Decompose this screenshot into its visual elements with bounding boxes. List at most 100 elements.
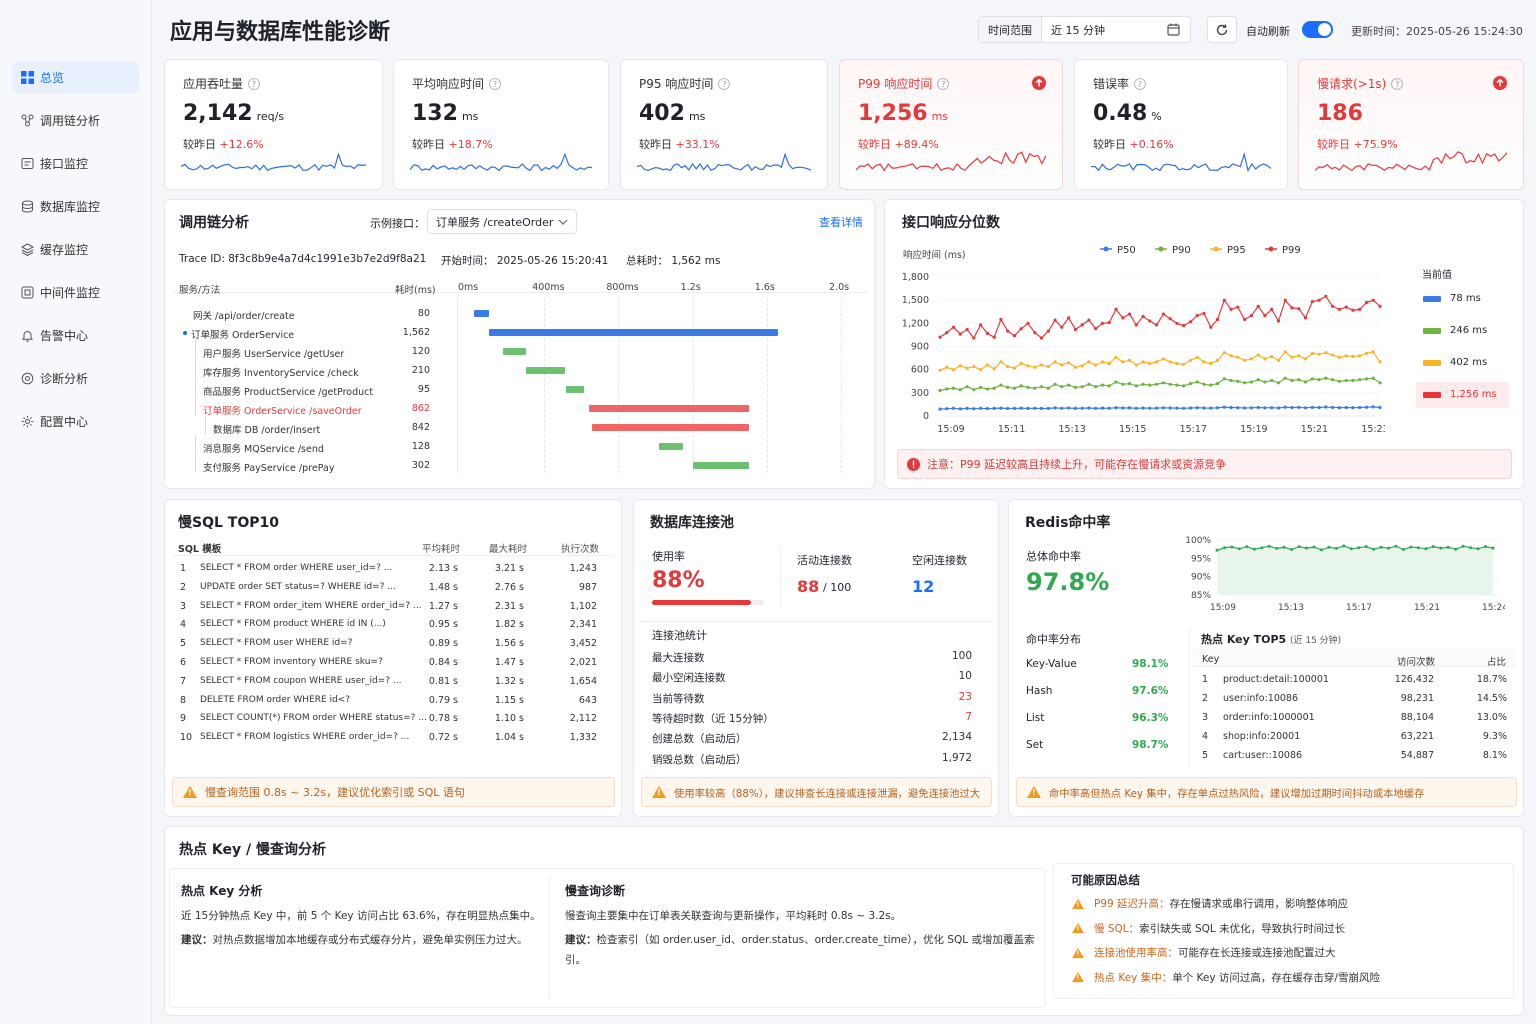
sql-row[interactable]: 1 SELECT * FROM order WHERE user_id=? ...… xyxy=(173,563,614,579)
sql-row[interactable]: 7 SELECT * FROM coupon WHERE user_id=? ..… xyxy=(173,676,614,692)
refresh-button[interactable] xyxy=(1207,16,1237,43)
span-bar[interactable] xyxy=(473,310,489,317)
sidebar-item-database[interactable]: 数据库监控 xyxy=(12,190,139,222)
help-icon[interactable]: ? xyxy=(937,77,950,90)
data-point xyxy=(985,331,989,335)
span-bar[interactable] xyxy=(592,424,749,431)
span-service-name: 数据库 xyxy=(213,425,242,436)
span-duration: 862 xyxy=(411,403,430,414)
hotkey-row[interactable]: 5 cart:user::10086 54,887 8.1% xyxy=(1193,750,1516,765)
sql-row[interactable]: 10 SELECT * FROM logistics WHERE order_id… xyxy=(173,732,614,748)
kpi-card[interactable]: 平均响应时间? 132 ms 较昨日 +18.7% xyxy=(393,59,609,190)
hotkey-key: shop:info:20001 xyxy=(1223,731,1301,742)
span-bar[interactable] xyxy=(503,348,526,355)
trace-span-row[interactable]: 数据库 DB /order/insert 842 xyxy=(165,416,865,436)
data-point xyxy=(1222,405,1226,409)
span-method: ProductService /getProduct xyxy=(244,387,374,398)
hotkey-row[interactable]: 1 product:detail:100001 126,432 18.7% xyxy=(1193,674,1516,689)
sidebar-item-grid[interactable]: 总览 xyxy=(12,61,139,93)
hotkey-row[interactable]: 4 shop:info:20001 63,221 9.3% xyxy=(1193,731,1516,746)
span-method: UserService /getUser xyxy=(244,349,345,360)
trace-span-row[interactable]: 订单服务 OrderService 1,562 xyxy=(165,325,865,341)
legend-label-p90: P90 xyxy=(1172,245,1191,256)
trace-span-row[interactable]: 库存服务 InventoryService /check 210 xyxy=(165,359,865,379)
auto-refresh-toggle[interactable] xyxy=(1302,21,1333,38)
current-value-item: 246 ms xyxy=(1416,318,1509,344)
kpi-card[interactable]: 应用吞吐量? 2,142 req/s 较昨日 +12.6% xyxy=(164,59,383,190)
sidebar-item-bell[interactable]: 告警中心 xyxy=(12,319,139,351)
sidebar-item-label: 配置中心 xyxy=(40,414,89,429)
sql-row-max: 1.47 s xyxy=(494,657,524,668)
data-point xyxy=(951,406,956,410)
sidebar-item-trace[interactable]: 调用链分析 xyxy=(12,104,139,136)
hotkey-row[interactable]: 3 order:info:1000001 88,104 13.0% xyxy=(1193,712,1516,727)
help-icon[interactable]: ? xyxy=(248,77,261,90)
sparkline-path xyxy=(1315,151,1507,172)
sidebar-item-middleware[interactable]: 中间件监控 xyxy=(12,276,139,308)
span-bar[interactable] xyxy=(692,462,749,469)
sql-row-avg: 1.27 s xyxy=(428,600,458,612)
sql-row[interactable]: 8 DELETE FROM order WHERE id<? 0.79 s 1.15 … xyxy=(173,695,614,711)
span-bar[interactable] xyxy=(588,405,749,412)
warning-icon xyxy=(1072,898,1084,909)
trace-span-row[interactable]: 用户服务 UserService /getUser 120 xyxy=(165,340,865,360)
sql-row[interactable]: 5 SELECT * FROM user WHERE id=? 0.89 s 1.56… xyxy=(173,638,614,654)
data-point xyxy=(1310,300,1314,304)
tree-line xyxy=(195,435,196,453)
span-bar[interactable] xyxy=(659,443,683,450)
kpi-label-text: 应用吞吐量 xyxy=(183,77,244,91)
time-range-picker[interactable]: 时间范围 近 15 分钟 xyxy=(978,16,1191,43)
trace-span-row[interactable]: 消息服务 MQService /send 128 xyxy=(165,435,865,455)
hit-dist-label: Key-Value xyxy=(1026,658,1077,670)
data-point xyxy=(1067,316,1071,320)
help-icon[interactable]: ? xyxy=(1391,77,1404,90)
series-line xyxy=(939,351,1381,371)
help-icon[interactable]: ? xyxy=(489,77,502,90)
sql-row-no: 10 xyxy=(180,732,193,744)
sidebar-item-diagnosis[interactable]: 诊断分析 xyxy=(12,362,139,394)
hotkey-row[interactable]: 2 user:info:10086 98,231 14.5% xyxy=(1193,693,1516,708)
data-point xyxy=(1073,385,1077,389)
sql-row[interactable]: 3 SELECT * FROM order_item WHERE order_id… xyxy=(173,601,614,617)
sql-row-no: 6 xyxy=(180,657,187,668)
span-bar[interactable] xyxy=(488,329,779,336)
data-point xyxy=(1469,546,1473,550)
trace-span-row[interactable]: 支付服务 PayService /prePay 302 xyxy=(165,454,865,474)
trace-detail-link[interactable]: 查看详情 xyxy=(819,214,863,230)
data-point xyxy=(999,406,1003,410)
data-point xyxy=(1378,405,1382,410)
auto-refresh-label: 自动刷新 xyxy=(1246,25,1290,38)
sql-row[interactable]: 2 UPDATE order SET status=? WHERE id=? ..… xyxy=(173,582,614,598)
sql-row-max: 1.56 s xyxy=(494,638,524,650)
data-point xyxy=(1188,358,1193,362)
help-icon[interactable]: ? xyxy=(718,77,731,90)
kpi-card[interactable]: P95 响应时间? 402 ms 较昨日 +33.1% xyxy=(620,59,828,190)
warning-icon xyxy=(183,786,197,798)
data-point xyxy=(1387,546,1391,550)
sql-row[interactable]: 9 SELECT COUNT(*) FROM order WHERE status… xyxy=(173,713,614,729)
span-bar[interactable] xyxy=(525,367,565,374)
y-tick-label: 1,200 xyxy=(902,318,929,329)
data-point xyxy=(1378,381,1382,385)
help-icon[interactable]: ? xyxy=(1134,77,1147,90)
sidebar-item-cache[interactable]: 缓存监控 xyxy=(12,233,139,265)
sql-row[interactable]: 6 SELECT * FROM inventory WHERE sku=? 0.84… xyxy=(173,657,614,673)
sidebar-item-api[interactable]: 接口监控 xyxy=(12,147,139,179)
data-point xyxy=(1222,351,1226,355)
expand-dot-icon[interactable] xyxy=(183,331,187,335)
span-service: 支付服务 PayService /prePay xyxy=(203,460,334,474)
kpi-card[interactable]: 错误率? 0.48% 较昨日 +0.16% xyxy=(1074,59,1288,190)
trace-span-row[interactable]: 订单服务 OrderService /saveOrder 862 xyxy=(165,397,865,417)
kpi-card[interactable]: P99 响应时间? 1,256 ms 较昨日 +89.4% xyxy=(839,59,1063,190)
alert-up-icon xyxy=(1493,76,1507,93)
example-select[interactable]: 订单服务 /createOrder xyxy=(427,209,577,234)
updated-time: 更新时间：2025-05-26 15:24:30 xyxy=(1351,25,1523,38)
usage-bar-fill xyxy=(652,600,751,605)
trace-span-row[interactable]: 商品服务 ProductService /getProduct 95 xyxy=(165,378,865,398)
trace-span-row[interactable]: 网关 /api/order/create 80 xyxy=(165,306,865,322)
sidebar-item-gear[interactable]: 配置中心 xyxy=(12,405,139,437)
data-point xyxy=(1195,314,1199,318)
sql-row[interactable]: 4 SELECT * FROM product WHERE id IN (...)… xyxy=(173,619,614,635)
kpi-card[interactable]: 慢请求(>1s)? 186 较昨日 +75.9% xyxy=(1298,59,1524,190)
span-bar[interactable] xyxy=(566,386,585,393)
